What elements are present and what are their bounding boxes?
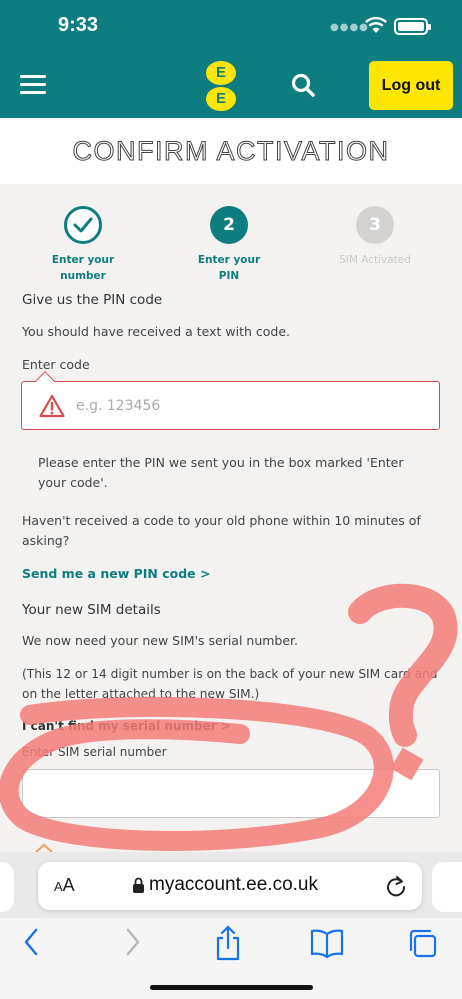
- title-banner: CONFIRM ACTIVATION: [0, 118, 462, 184]
- next-tab-peek[interactable]: [432, 862, 462, 912]
- browser-address-area: AA myaccount.ee.co.uk: [0, 852, 462, 918]
- sim-intro: We now need your new SIM's serial number…: [22, 633, 299, 648]
- back-icon[interactable]: [20, 924, 44, 960]
- forward-icon[interactable]: [120, 924, 144, 960]
- pin-intro: You should have received a text with cod…: [22, 324, 291, 339]
- share-icon[interactable]: [214, 924, 242, 962]
- step-number: 2: [210, 206, 248, 244]
- pin-code-input[interactable]: [76, 394, 416, 418]
- step-label: SIM Activated: [339, 254, 411, 266]
- status-time: 9:33: [58, 14, 99, 36]
- sim-field-label: Enter SIM serial number: [22, 745, 167, 759]
- previous-tab-peek[interactable]: [0, 862, 14, 912]
- step-sim-activated: 3 SIM Activated: [320, 200, 430, 268]
- step-label: Enter your: [51, 254, 115, 266]
- sim-heading: Your new SIM details: [22, 602, 161, 618]
- step-label: Enter your: [197, 254, 261, 266]
- reader-text-size-button[interactable]: AA: [54, 875, 75, 896]
- logout-button[interactable]: Log out: [369, 61, 453, 110]
- sim-serial-input[interactable]: [22, 769, 440, 818]
- code-field-label: Enter code: [22, 357, 90, 372]
- app-header: E E Log out: [0, 52, 462, 118]
- tabs-icon[interactable]: [408, 924, 438, 960]
- step-enter-number: Enter your number: [28, 200, 138, 284]
- cellular-signal-icon: ●●●●: [330, 22, 369, 33]
- page-title: CONFIRM ACTIVATION: [72, 136, 390, 167]
- sim-note: (This 12 or 14 digit number is on the ba…: [22, 667, 438, 701]
- step-enter-pin: 2 Enter your PIN: [174, 200, 284, 284]
- warning-icon: [39, 394, 65, 418]
- status-bar: 9:33 ●●●●: [0, 0, 462, 52]
- not-received-text: Haven't received a code to your old phon…: [22, 513, 421, 548]
- wifi-icon: [365, 16, 387, 33]
- battery-icon: [394, 18, 431, 35]
- url-text: myaccount.ee.co.uk: [149, 874, 318, 895]
- check-icon: [64, 206, 102, 244]
- step-label: PIN: [218, 270, 240, 282]
- address-bar[interactable]: AA myaccount.ee.co.uk: [38, 862, 422, 910]
- step-label: number: [60, 270, 106, 282]
- code-input-container[interactable]: [21, 381, 440, 430]
- reload-icon[interactable]: [385, 874, 407, 898]
- bookmarks-icon[interactable]: [310, 924, 344, 960]
- pin-hint: Please enter the PIN we sent you in the …: [38, 455, 404, 490]
- step-number: 3: [356, 206, 394, 244]
- progress-steps: Enter your number 2 Enter your PIN 3 SIM A…: [0, 200, 462, 290]
- cant-find-serial-link[interactable]: I can't find my serial number >: [22, 716, 231, 736]
- home-indicator: [150, 985, 313, 990]
- pin-heading: Give us the PIN code: [22, 292, 163, 308]
- lock-icon: [133, 877, 144, 893]
- search-icon[interactable]: [290, 72, 316, 98]
- ee-logo[interactable]: E E: [206, 61, 238, 111]
- resend-pin-link[interactable]: Send me a new PIN code >: [22, 564, 210, 584]
- hamburger-icon[interactable]: [20, 75, 46, 95]
